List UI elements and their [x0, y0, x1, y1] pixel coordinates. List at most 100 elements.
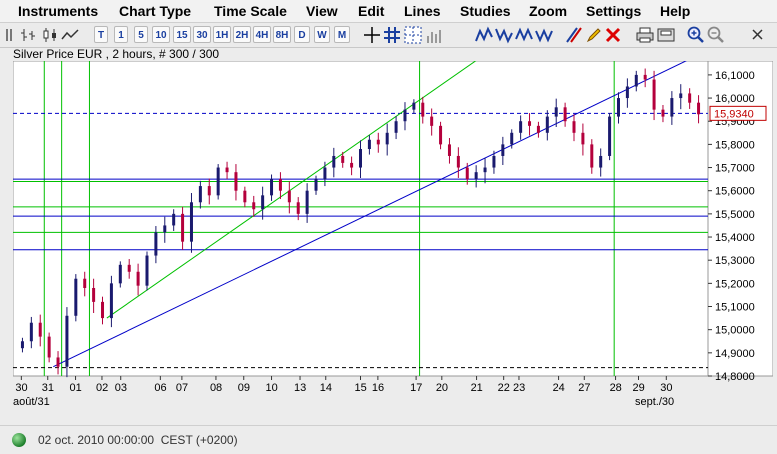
menu-lines[interactable]: Lines [404, 3, 441, 19]
candle-body-46 [430, 116, 434, 126]
candle-body-27 [261, 195, 265, 210]
timescale-30-button[interactable]: 30 [193, 26, 211, 43]
print-icon[interactable] [635, 25, 655, 45]
candle-body-20 [198, 186, 202, 203]
crosshair-icon[interactable] [362, 25, 382, 45]
candle-body-3 [47, 336, 51, 358]
candle-body-55 [510, 132, 514, 145]
candle-body-62 [572, 121, 576, 133]
candle-body-35 [332, 155, 336, 168]
timescale-2h-button[interactable]: 2H [233, 26, 251, 43]
menu-bar: Instruments Chart Type Time Scale View E… [0, 0, 777, 23]
x-month-label-1: sept./30 [635, 396, 674, 408]
candle-body-42 [394, 121, 398, 133]
candle-body-19 [189, 202, 193, 242]
candle-body-31 [296, 202, 300, 214]
channel-icon[interactable] [564, 25, 584, 45]
candle-body-37 [350, 162, 354, 168]
timescale-8h-button[interactable]: 8H [273, 26, 291, 43]
candle-body-24 [234, 172, 238, 191]
x-tick-label-11: 14 [320, 382, 332, 394]
timescale-4h-button[interactable]: 4H [253, 26, 271, 43]
last-price-label: 15,9340 [714, 108, 754, 120]
price-chart[interactable]: 16,100016,000015,900015,800015,700015,60… [12, 55, 774, 420]
timescale-10-button[interactable]: 10 [152, 26, 170, 43]
candle-body-68 [625, 86, 629, 99]
zoom-in-icon[interactable] [686, 25, 706, 45]
candle-body-64 [590, 144, 594, 168]
menu-settings[interactable]: Settings [586, 3, 641, 19]
candle-body-8 [92, 287, 96, 302]
line-chart-icon[interactable] [60, 25, 80, 45]
menu-time-scale[interactable]: Time Scale [214, 3, 287, 19]
x-tick-label-22: 29 [633, 382, 645, 394]
x-tick-label-10: 13 [294, 382, 306, 394]
y-tick-label-11: 15,0000 [715, 325, 755, 337]
timescale-1-button[interactable]: 1 [114, 26, 128, 43]
x-tick-label-2: 01 [70, 382, 82, 394]
chart-title: Silver Price EUR , 2 hours, # 300 / 300 [13, 47, 220, 61]
menu-zoom[interactable]: Zoom [529, 3, 567, 19]
trend-up-icon[interactable] [474, 25, 494, 45]
chart-area[interactable]: 16,1000 16,0000 15,9000 15,8000 15,7000 15,60… [12, 55, 774, 420]
volume-icon[interactable] [424, 25, 444, 45]
cursor-icon[interactable] [748, 25, 768, 45]
menu-edit[interactable]: Edit [358, 3, 384, 19]
timescale-5-button[interactable]: 5 [134, 26, 148, 43]
timescale-d-button[interactable]: D [294, 26, 310, 43]
candle-body-53 [492, 155, 496, 168]
dashed-grid-icon[interactable] [403, 25, 423, 45]
x-tick-label-1: 31 [42, 382, 54, 394]
x-tick-label-15: 20 [436, 382, 448, 394]
candle-body-67 [616, 98, 620, 117]
candle-body-52 [483, 167, 487, 173]
timescale-m-button[interactable]: M [334, 26, 350, 43]
trend-flat-icon[interactable] [534, 25, 554, 45]
candle-body-57 [528, 121, 532, 126]
y-tick-label-0: 16,1000 [715, 70, 755, 82]
pencil-icon[interactable] [584, 25, 604, 45]
timescale-15-button[interactable]: 15 [173, 26, 191, 43]
candle-body-21 [207, 186, 211, 196]
delete-lines-icon[interactable] [603, 25, 623, 45]
x-tick-label-16: 21 [471, 382, 483, 394]
candle-body-34 [323, 167, 327, 180]
y-tick-label-12: 14,9000 [715, 348, 755, 360]
candle-body-13 [136, 271, 140, 286]
y-tick-label-9: 15,2000 [715, 278, 755, 290]
trend-both-icon[interactable] [514, 25, 534, 45]
save-icon[interactable] [656, 25, 676, 45]
timescale-1h-button[interactable]: 1H [213, 26, 231, 43]
candle-body-26 [252, 202, 256, 210]
zoom-out-icon[interactable] [706, 25, 726, 45]
candle-body-36 [341, 155, 345, 163]
y-tick-label-6: 15,5000 [715, 209, 755, 221]
menu-help[interactable]: Help [660, 3, 690, 19]
candle-body-29 [278, 179, 282, 191]
status-bar: 02 oct. 2010 00:00:00 CEST (+0200) [0, 425, 777, 454]
y-tick-label-5: 15,6000 [715, 186, 755, 198]
menu-instruments[interactable]: Instruments [18, 3, 98, 19]
trend-down-icon[interactable] [494, 25, 514, 45]
candle-body-41 [385, 132, 389, 145]
menu-chart-type[interactable]: Chart Type [119, 3, 191, 19]
candle-body-17 [172, 213, 176, 226]
candle-body-43 [403, 109, 407, 122]
x-tick-label-9: 10 [266, 382, 278, 394]
timescale-t-button[interactable]: T [94, 26, 108, 43]
y-tick-label-3: 15,8000 [715, 139, 755, 151]
menu-studies[interactable]: Studies [460, 3, 511, 19]
candles-icon[interactable] [40, 25, 60, 45]
x-tick-label-17: 22 [498, 382, 510, 394]
timescale-w-button[interactable]: W [314, 26, 330, 43]
candle-body-23 [225, 167, 229, 173]
candle-body-32 [305, 190, 309, 214]
x-tick-label-21: 28 [610, 382, 622, 394]
candle-body-7 [83, 278, 87, 288]
menu-view[interactable]: View [306, 3, 338, 19]
y-tick-label-4: 15,7000 [715, 163, 755, 175]
candle-body-48 [447, 144, 451, 156]
grid-icon[interactable] [382, 25, 402, 45]
candle-body-51 [474, 172, 478, 180]
bars-icon[interactable] [18, 25, 38, 45]
